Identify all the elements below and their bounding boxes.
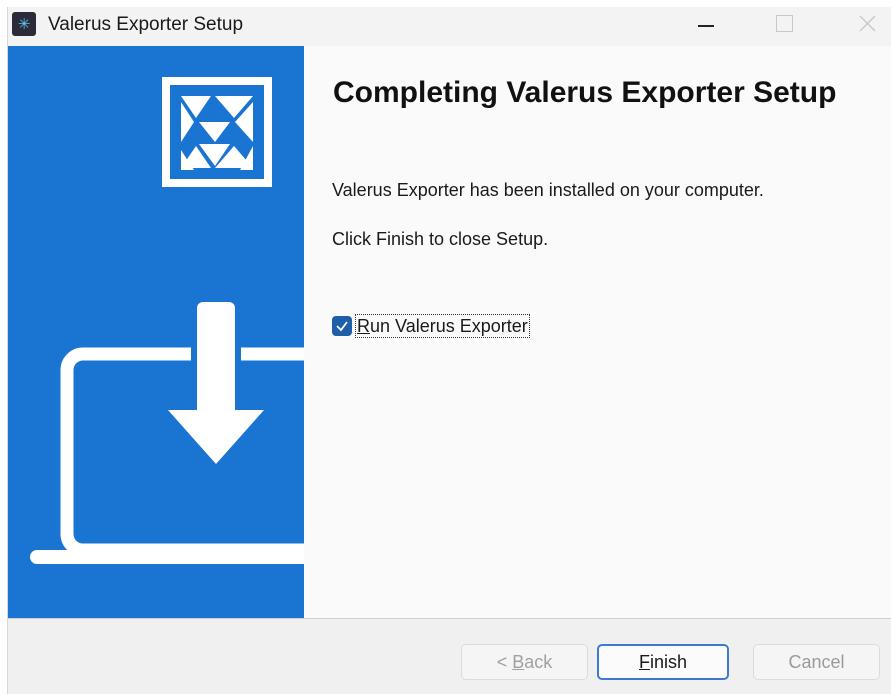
page-title: Completing Valerus Exporter Setup	[333, 76, 837, 109]
wizard-banner	[8, 46, 304, 618]
valerus-logo-icon	[162, 77, 272, 187]
minimize-button[interactable]	[664, 7, 744, 46]
maximize-button	[744, 7, 824, 46]
close-icon	[859, 15, 876, 32]
checkbox-box[interactable]	[332, 316, 352, 336]
installed-message: Valerus Exporter has been installed on y…	[332, 180, 764, 200]
wizard-content: Completing Valerus Exporter Setup Valeru…	[8, 46, 891, 618]
title-bar[interactable]: ✳ Valerus Exporter Setup	[8, 7, 891, 46]
window-title: Valerus Exporter Setup	[48, 14, 244, 35]
install-illustration	[30, 77, 304, 564]
finish-button[interactable]: Finish	[597, 644, 729, 680]
close-button	[824, 7, 891, 46]
run-app-checkbox[interactable]: Run Valerus Exporter	[332, 313, 530, 339]
back-button: < Back	[461, 644, 588, 680]
setup-window: ✳ Valerus Exporter Setup Completing Vale…	[7, 7, 891, 694]
footer-divider	[8, 618, 891, 619]
app-icon: ✳	[12, 12, 36, 36]
download-arrow-icon	[168, 301, 264, 464]
finish-hint: Click Finish to close Setup.	[332, 229, 549, 249]
run-app-label[interactable]: Run Valerus Exporter	[355, 314, 530, 338]
cancel-button: Cancel	[753, 644, 880, 680]
checkmark-icon	[336, 321, 348, 332]
laptop-icon	[30, 347, 304, 564]
